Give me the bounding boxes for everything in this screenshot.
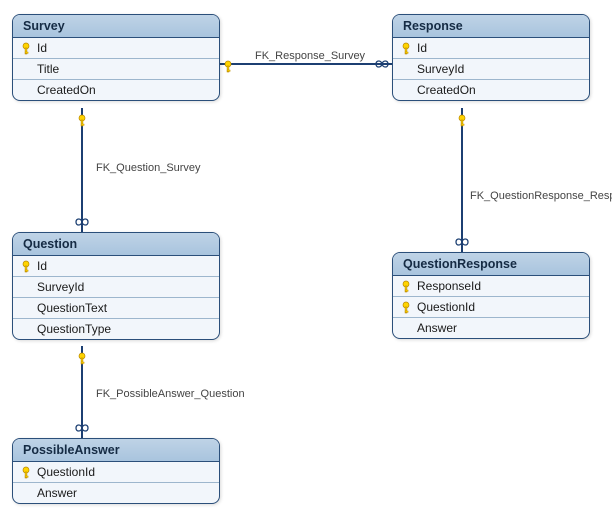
entity-questionresponse[interactable]: QuestionResponse ResponseId QuestionId A… <box>392 252 590 339</box>
column-name: SurveyId <box>35 280 84 294</box>
column-name: SurveyId <box>415 62 464 76</box>
fk-label-response-survey: FK_Response_Survey <box>255 50 365 62</box>
column-row: Id <box>13 38 219 59</box>
column-name: Id <box>35 259 47 273</box>
column-name: CreatedOn <box>415 83 476 97</box>
entity-columns: ResponseId QuestionId Answer <box>393 276 589 338</box>
fk-label-question-survey: FK_Question_Survey <box>96 162 201 174</box>
column-name: Id <box>415 41 427 55</box>
entity-question[interactable]: Question Id SurveyId QuestionText Questi… <box>12 232 220 340</box>
entity-possibleanswer[interactable]: PossibleAnswer QuestionId Answer <box>12 438 220 504</box>
column-row: Answer <box>13 483 219 503</box>
key-icon <box>397 279 415 293</box>
key-icon <box>17 465 35 479</box>
entity-survey[interactable]: Survey Id Title CreatedOn <box>12 14 220 101</box>
column-row: Title <box>13 59 219 80</box>
column-name: ResponseId <box>415 279 481 293</box>
entity-columns: Id SurveyId CreatedOn <box>393 38 589 100</box>
fk-label-possibleanswer-question: FK_PossibleAnswer_Question <box>96 388 245 400</box>
column-name: QuestionText <box>35 301 107 315</box>
column-row: QuestionType <box>13 319 219 339</box>
column-name: QuestionType <box>35 322 111 336</box>
er-diagram: FK_Response_Survey FK_Question_Survey FK… <box>0 0 612 528</box>
entity-title: Survey <box>13 15 219 38</box>
column-row: SurveyId <box>393 59 589 80</box>
column-row: CreatedOn <box>13 80 219 100</box>
key-icon <box>17 41 35 55</box>
column-row: SurveyId <box>13 277 219 298</box>
column-row: CreatedOn <box>393 80 589 100</box>
column-name: CreatedOn <box>35 83 96 97</box>
column-name: QuestionId <box>35 465 95 479</box>
column-name: Answer <box>35 486 77 500</box>
column-name: Id <box>35 41 47 55</box>
column-name: Title <box>35 62 59 76</box>
entity-title: QuestionResponse <box>393 253 589 276</box>
entity-response[interactable]: Response Id SurveyId CreatedOn <box>392 14 590 101</box>
column-row: QuestionText <box>13 298 219 319</box>
column-name: Answer <box>415 321 457 335</box>
entity-columns: Id Title CreatedOn <box>13 38 219 100</box>
entity-title: Response <box>393 15 589 38</box>
column-row: ResponseId <box>393 276 589 297</box>
column-row: Id <box>13 256 219 277</box>
key-icon <box>17 259 35 273</box>
entity-title: PossibleAnswer <box>13 439 219 462</box>
column-row: Id <box>393 38 589 59</box>
entity-columns: QuestionId Answer <box>13 462 219 503</box>
column-row: Answer <box>393 318 589 338</box>
entity-columns: Id SurveyId QuestionText QuestionType <box>13 256 219 339</box>
key-icon <box>397 300 415 314</box>
column-name: QuestionId <box>415 300 475 314</box>
column-row: QuestionId <box>13 462 219 483</box>
column-row: QuestionId <box>393 297 589 318</box>
key-icon <box>397 41 415 55</box>
fk-label-questionresponse-response: FK_QuestionResponse_Response <box>470 190 612 202</box>
entity-title: Question <box>13 233 219 256</box>
